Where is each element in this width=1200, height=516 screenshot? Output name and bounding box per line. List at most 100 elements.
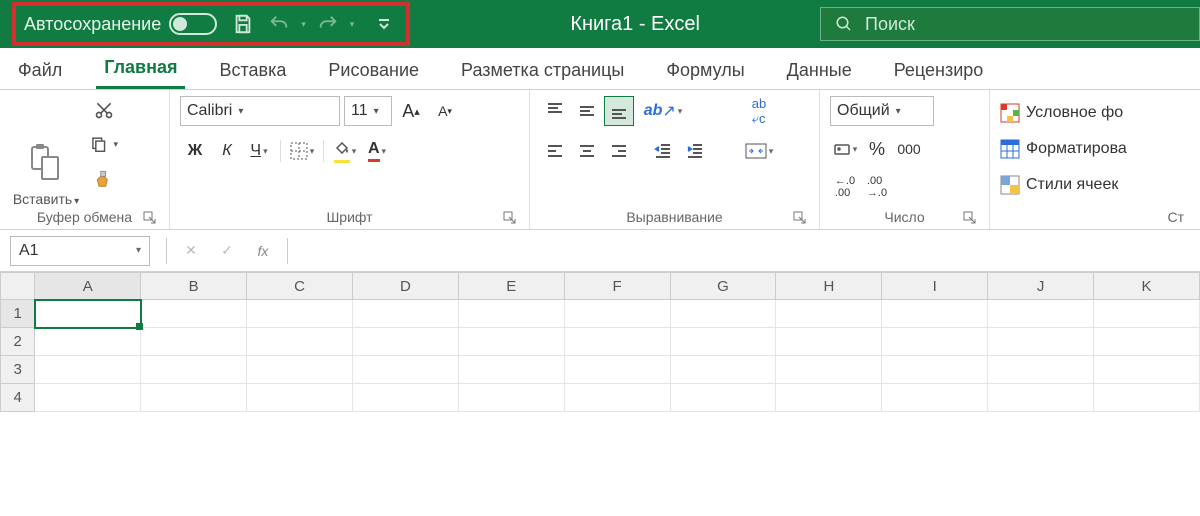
cell[interactable] [565, 356, 671, 384]
cell[interactable] [353, 300, 459, 328]
col-header-J[interactable]: J [988, 272, 1094, 300]
currency-icon[interactable]: ▾ [830, 134, 860, 164]
enter-formula-icon[interactable]: ✓ [209, 236, 245, 266]
col-header-K[interactable]: K [1094, 272, 1200, 300]
save-icon[interactable] [229, 10, 257, 38]
increase-font-icon[interactable]: A▴ [396, 96, 426, 126]
cell[interactable] [882, 300, 988, 328]
tab-data[interactable]: Данные [779, 52, 860, 89]
cell[interactable] [141, 328, 247, 356]
tab-review[interactable]: Рецензиро [886, 52, 992, 89]
col-header-E[interactable]: E [459, 272, 565, 300]
col-header-B[interactable]: B [141, 272, 247, 300]
select-all-corner[interactable] [0, 272, 35, 300]
tab-formulas[interactable]: Формулы [658, 52, 752, 89]
cell[interactable] [776, 384, 882, 412]
cell[interactable] [247, 300, 353, 328]
cut-icon[interactable] [90, 96, 118, 124]
cell[interactable] [671, 328, 777, 356]
cell[interactable] [353, 328, 459, 356]
paste-button[interactable]: Вставить▾ [10, 96, 82, 207]
cell[interactable] [459, 384, 565, 412]
italic-button[interactable]: К [212, 136, 242, 166]
row-header-3[interactable]: 3 [0, 356, 35, 384]
insert-function-icon[interactable]: fx [245, 236, 281, 266]
row-header-2[interactable]: 2 [0, 328, 35, 356]
cell[interactable] [459, 300, 565, 328]
redo-icon[interactable] [314, 10, 342, 38]
bold-button[interactable]: Ж [180, 136, 210, 166]
col-header-G[interactable]: G [671, 272, 777, 300]
col-header-C[interactable]: C [247, 272, 353, 300]
dialog-launcher-icon[interactable] [503, 211, 517, 225]
cell[interactable] [988, 356, 1094, 384]
decrease-font-icon[interactable]: A▾ [430, 96, 460, 126]
merge-center-icon[interactable]: ▾ [739, 136, 779, 166]
underline-button[interactable]: Ч▾ [244, 136, 274, 166]
cell[interactable] [247, 356, 353, 384]
cell[interactable] [1094, 328, 1200, 356]
dialog-launcher-icon[interactable] [143, 211, 157, 225]
autosave-toggle[interactable] [169, 13, 217, 35]
copy-icon[interactable]: ▾ [90, 130, 118, 158]
cell[interactable] [1094, 384, 1200, 412]
percent-icon[interactable]: % [862, 134, 892, 164]
cell[interactable] [35, 384, 141, 412]
cell[interactable] [1094, 300, 1200, 328]
cell[interactable] [882, 384, 988, 412]
tab-file[interactable]: Файл [10, 52, 70, 89]
conditional-formatting-button[interactable]: Условное фо [1000, 98, 1123, 128]
cancel-formula-icon[interactable]: ✕ [173, 236, 209, 266]
cell[interactable] [988, 328, 1094, 356]
cell-A1[interactable] [35, 300, 141, 328]
cell[interactable] [671, 356, 777, 384]
cell[interactable] [988, 300, 1094, 328]
number-format-combo[interactable]: Общий▾ [830, 96, 934, 126]
cell[interactable] [776, 328, 882, 356]
cell[interactable] [353, 356, 459, 384]
font-color-button[interactable]: A▾ [362, 136, 392, 166]
tab-page-layout[interactable]: Разметка страницы [453, 52, 632, 89]
font-name-combo[interactable]: Calibri▾ [180, 96, 340, 126]
align-left-icon[interactable] [540, 136, 570, 166]
col-header-F[interactable]: F [565, 272, 671, 300]
align-top-icon[interactable] [540, 96, 570, 126]
dialog-launcher-icon[interactable] [963, 211, 977, 225]
col-header-D[interactable]: D [353, 272, 459, 300]
tab-insert[interactable]: Вставка [211, 52, 294, 89]
undo-dropdown-icon[interactable]: ▾ [301, 19, 306, 30]
decrease-decimal-icon[interactable]: .00→.0 [862, 172, 892, 202]
cell[interactable] [565, 384, 671, 412]
cell[interactable] [459, 328, 565, 356]
cell[interactable] [671, 384, 777, 412]
cell[interactable] [353, 384, 459, 412]
dialog-launcher-icon[interactable] [793, 211, 807, 225]
align-right-icon[interactable] [604, 136, 634, 166]
align-center-icon[interactable] [572, 136, 602, 166]
cell[interactable] [565, 300, 671, 328]
increase-decimal-icon[interactable]: ←.0.00 [830, 172, 860, 202]
tab-draw[interactable]: Рисование [320, 52, 427, 89]
font-size-combo[interactable]: 11▾ [344, 96, 392, 126]
cell[interactable] [776, 356, 882, 384]
search-box[interactable]: Поиск [820, 7, 1200, 41]
cell[interactable] [247, 384, 353, 412]
name-box[interactable]: A1▾ [10, 236, 150, 266]
cell[interactable] [565, 328, 671, 356]
cell[interactable] [1094, 356, 1200, 384]
decrease-indent-icon[interactable] [648, 136, 678, 166]
cell-styles-button[interactable]: Стили ячеек [1000, 170, 1118, 200]
col-header-I[interactable]: I [882, 272, 988, 300]
cell[interactable] [776, 300, 882, 328]
customize-qat-icon[interactable] [370, 10, 398, 38]
increase-indent-icon[interactable] [680, 136, 710, 166]
align-middle-icon[interactable] [572, 96, 602, 126]
cell[interactable] [35, 356, 141, 384]
undo-icon[interactable] [265, 10, 293, 38]
cell[interactable] [141, 300, 247, 328]
comma-style-icon[interactable]: 000 [894, 134, 924, 164]
orientation-icon[interactable]: ab↗▾ [648, 96, 678, 126]
cell[interactable] [882, 356, 988, 384]
tab-home[interactable]: Главная [96, 49, 185, 89]
row-header-4[interactable]: 4 [0, 384, 35, 412]
